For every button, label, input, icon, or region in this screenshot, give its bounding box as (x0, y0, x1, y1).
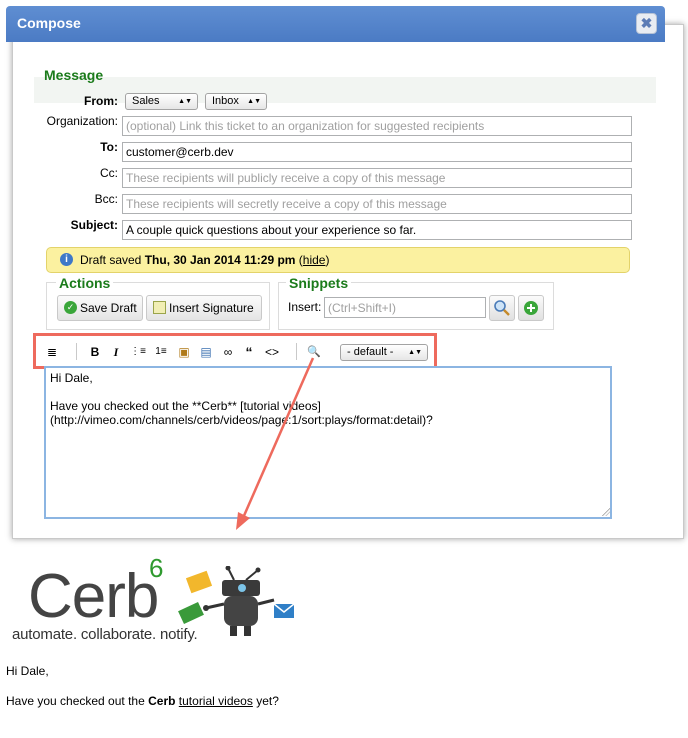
output-line-suffix: yet? (256, 694, 279, 708)
output-line-prefix: Have you checked out the (6, 694, 145, 708)
cerb-logo-tagline: automate. collaborate. notify. (12, 626, 198, 643)
output-tutorial-link[interactable]: tutorial videos (179, 694, 253, 708)
output-bold-word: Cerb (148, 694, 176, 708)
cerb-robot-mascot-icon (178, 566, 295, 636)
cerb-logo-version: 6 (149, 553, 164, 583)
output-body: Have you checked out the Cerb tutorial v… (6, 694, 279, 708)
cerb-logo-wordmark: Cerb (28, 562, 159, 631)
output-greeting: Hi Dale, (6, 664, 49, 678)
